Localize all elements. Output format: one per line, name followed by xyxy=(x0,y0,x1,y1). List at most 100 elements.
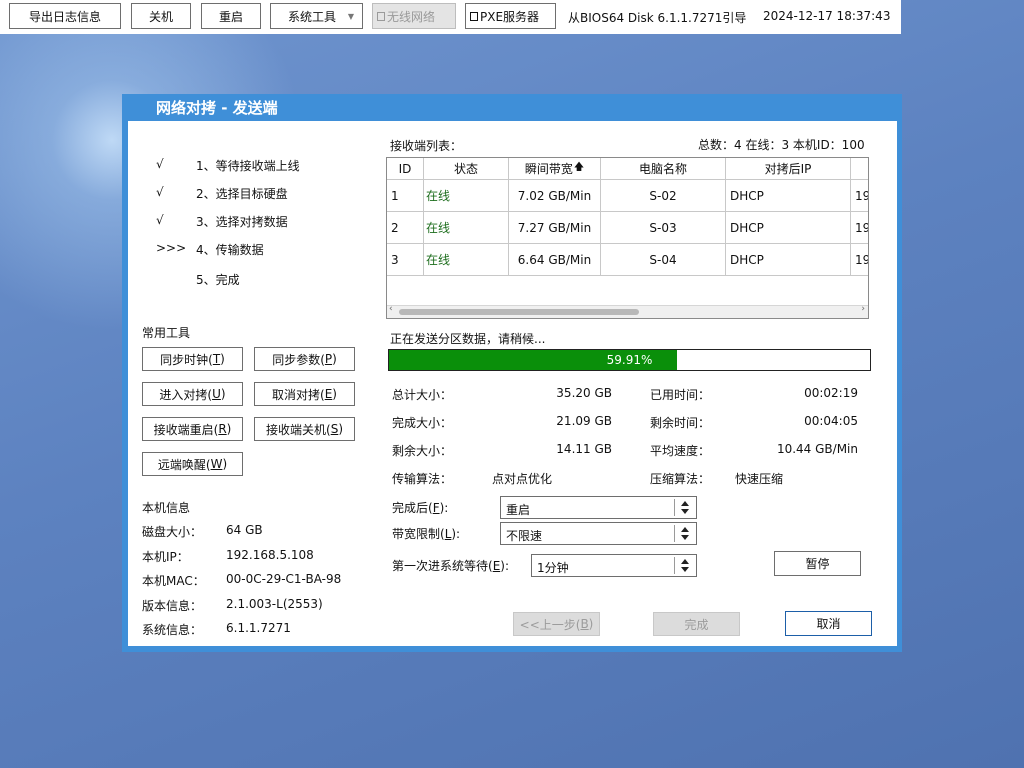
btn-text: 同步参数( xyxy=(272,352,325,367)
hotkey: P xyxy=(324,352,333,366)
select-value: 1分钟 xyxy=(537,561,569,575)
btn-text-end: ) xyxy=(588,617,594,631)
btn-text-end: ) xyxy=(226,422,232,436)
hotkey: R xyxy=(218,422,227,436)
select-value: 重启 xyxy=(506,503,531,517)
cancel-copy-button[interactable]: 取消对拷(E) xyxy=(254,382,355,406)
first-boot-wait-label: 第一次进系统等待(E): xyxy=(392,557,509,574)
cell-pc-name: S-02 xyxy=(601,180,726,212)
done-size-label: 完成大小： xyxy=(392,416,453,430)
pxe-server-checkbox[interactable]: PXE服务器 xyxy=(465,3,556,29)
first-boot-wait-select[interactable]: 1分钟 xyxy=(531,554,697,577)
cell-bandwidth: 6.64 GB/Min xyxy=(509,244,601,276)
hotkey: S xyxy=(330,422,339,436)
dialog-body: √ 1、等待接收端上线 √ 2、选择目标硬盘 √ 3、选择对拷数据 >>> 4、… xyxy=(128,121,897,646)
pause-button[interactable]: 暂停 xyxy=(774,551,861,576)
bandwidth-limit-select[interactable]: 不限速 xyxy=(500,522,697,545)
step-label: 2、选择目标硬盘 xyxy=(196,187,288,201)
btn-text: 完成 xyxy=(684,617,709,632)
wireless-label: 无线网络 xyxy=(387,9,436,24)
label-text: 完成后( xyxy=(392,501,433,515)
btn-text-end: ) xyxy=(222,457,228,471)
column-header[interactable]: ID xyxy=(387,158,424,180)
btn-text-end: ) xyxy=(332,352,337,366)
info-value: 2.1.003-L(2553) xyxy=(226,597,323,611)
spinner-arrows-icon[interactable] xyxy=(674,499,696,516)
column-header[interactable]: 状态 xyxy=(424,158,509,180)
cell-extra: 19 xyxy=(851,180,868,212)
cancel-button[interactable]: 取消 xyxy=(785,611,872,636)
spinner-arrows-icon[interactable] xyxy=(674,557,696,574)
scroll-left-icon[interactable]: ‹ xyxy=(389,304,393,314)
cell-extra: 19 xyxy=(851,244,868,276)
after-complete-select[interactable]: 重启 xyxy=(500,496,697,519)
hotkey: E xyxy=(324,387,333,401)
step-mark: >>> xyxy=(156,241,187,255)
avg-speed-value: 10.44 GB/Min xyxy=(776,442,858,456)
compress-value: 快速压缩 xyxy=(735,472,784,486)
sync-params-button[interactable]: 同步参数(P) xyxy=(254,347,355,371)
column-header[interactable]: 对拷后IP xyxy=(726,158,851,180)
btn-text-end: ) xyxy=(338,422,343,436)
scroll-right-icon[interactable]: › xyxy=(861,304,865,314)
btn-text-end: ) xyxy=(220,387,226,401)
cell-id: 2 xyxy=(387,212,424,244)
column-header[interactable] xyxy=(851,158,868,180)
receiver-shutdown-button[interactable]: 接收端关机(S) xyxy=(254,417,355,441)
total-size-value: 35.20 GB xyxy=(556,386,612,400)
label-text: 第一次进系统等待( xyxy=(392,559,493,573)
cell-id: 1 xyxy=(387,180,424,212)
algo-label: 传输算法： xyxy=(392,472,453,486)
cell-bandwidth: 7.27 GB/Min xyxy=(509,212,601,244)
network-copy-dialog: 网络对拷 - 发送端 √ 1、等待接收端上线 √ 2、选择目标硬盘 √ 3、选择… xyxy=(122,94,902,652)
cell-extra: 19 xyxy=(851,212,868,244)
sync-clock-button[interactable]: 同步时钟(T) xyxy=(142,347,243,371)
step-mark: √ xyxy=(156,213,164,227)
btn-text: 进入对拷( xyxy=(159,387,213,402)
enter-copy-button[interactable]: 进入对拷(U) xyxy=(142,382,243,406)
restart-button[interactable]: 重启 xyxy=(201,3,261,29)
label-end: ): xyxy=(500,559,510,573)
scrollbar-thumb[interactable] xyxy=(399,309,639,315)
remote-wake-button[interactable]: 远端唤醒(W) xyxy=(142,452,243,476)
info-value: 6.1.1.7271 xyxy=(226,621,291,635)
cell-status: 在线 xyxy=(424,212,509,244)
shutdown-button[interactable]: 关机 xyxy=(131,3,191,29)
spinner-arrows-icon[interactable] xyxy=(674,525,696,542)
checkbox-icon xyxy=(470,11,478,21)
compress-label: 压缩算法： xyxy=(650,472,711,486)
info-label: 系统信息： xyxy=(142,623,203,637)
elapsed-value: 00:02:19 xyxy=(804,386,858,400)
receiver-restart-button[interactable]: 接收端重启(R) xyxy=(142,417,243,441)
system-tools-label: 系统工具 xyxy=(288,9,337,24)
done-size-value: 21.09 GB xyxy=(556,414,612,428)
transfer-progress-bar: 59.91% xyxy=(388,349,871,371)
btn-text-end: ) xyxy=(332,387,337,401)
column-header-sorted[interactable]: 瞬间带宽 🡅 xyxy=(509,158,601,180)
system-tools-dropdown[interactable]: 系统工具 ▼ xyxy=(270,3,363,29)
hotkey: U xyxy=(212,387,221,401)
bandwidth-limit-label: 带宽限制(L): xyxy=(392,525,460,542)
export-log-button[interactable]: 导出日志信息 xyxy=(9,3,121,29)
hotkey: W xyxy=(210,457,223,471)
horizontal-scrollbar[interactable]: ‹ › xyxy=(387,304,868,318)
cell-pc-name: S-04 xyxy=(601,244,726,276)
left-size-value: 14.11 GB xyxy=(556,442,612,456)
cell-ip: DHCP xyxy=(726,212,851,244)
previous-step-button[interactable]: <<上一步(B) xyxy=(513,612,600,636)
finish-button[interactable]: 完成 xyxy=(653,612,740,636)
arrow-up-icon: 🡅 xyxy=(573,162,585,173)
export-log-label: 导出日志信息 xyxy=(28,9,101,24)
cell-ip: DHCP xyxy=(726,180,851,212)
receivers-table[interactable]: ID 状态 瞬间带宽 🡅 电脑名称 对拷后IP 1 在线 7.02 GB/Min … xyxy=(386,157,869,319)
algo-value: 点对点优化 xyxy=(492,472,553,486)
wireless-checkbox[interactable]: 无线网络 xyxy=(372,3,456,29)
column-header[interactable]: 电脑名称 xyxy=(601,158,726,180)
info-label: 磁盘大小： xyxy=(142,525,203,539)
btn-text: <<上一步( xyxy=(519,617,581,632)
shutdown-label: 关机 xyxy=(148,9,173,24)
label-text: 带宽限制( xyxy=(392,527,445,541)
btn-text: 取消对拷( xyxy=(272,387,325,402)
info-label: 本机MAC： xyxy=(142,574,205,588)
cell-bandwidth: 7.02 GB/Min xyxy=(509,180,601,212)
